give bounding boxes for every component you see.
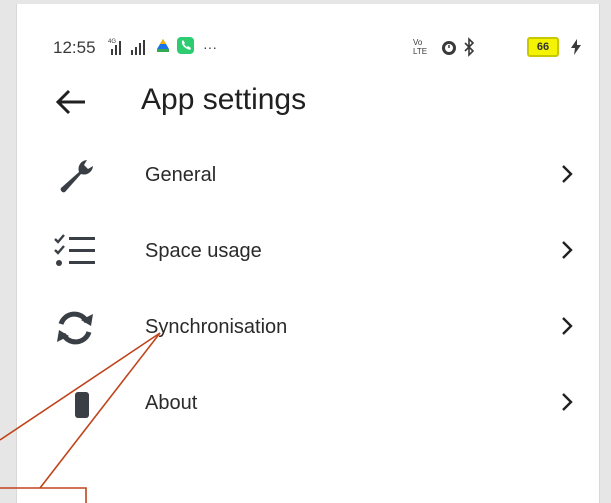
chevron-right-icon <box>562 393 573 411</box>
phone-app-icon <box>177 37 194 54</box>
app-header: App settings <box>17 74 599 134</box>
bluetooth-icon <box>464 37 475 57</box>
status-icons-left: 4G ··· <box>108 37 217 55</box>
wrench-icon <box>60 160 93 193</box>
drive-icon <box>157 39 169 52</box>
checklist-icon <box>54 234 95 266</box>
signal-icon <box>131 40 145 55</box>
back-arrow-icon[interactable] <box>51 82 91 122</box>
settings-item-label: Space usage <box>145 240 262 262</box>
signal-icon: 4G <box>108 39 121 55</box>
settings-item-about[interactable]: About <box>17 370 599 434</box>
status-time: 12:55 <box>53 38 96 57</box>
svg-text:Vo: Vo <box>413 38 423 47</box>
settings-item-general[interactable]: General <box>17 142 599 206</box>
alarm-icon <box>442 41 456 55</box>
page-title: App settings <box>141 83 307 116</box>
volte-icon: Vo LTE <box>413 38 427 56</box>
svg-text:LTE: LTE <box>413 47 427 56</box>
chevron-right-icon <box>562 165 573 183</box>
settings-item-label: About <box>145 392 198 414</box>
status-icons-right: Vo LTE <box>413 37 475 57</box>
phone-screen: 12:55 4G ··· Vo LTE 66 App settings Gene… <box>16 4 600 503</box>
info-icon <box>75 392 89 418</box>
settings-item-label: Synchronisation <box>145 316 288 338</box>
settings-item-label: General <box>145 164 217 186</box>
settings-item-synchronisation[interactable]: Synchronisation <box>17 294 599 358</box>
sync-icon <box>57 311 93 345</box>
charging-icon <box>571 39 581 55</box>
battery-icon: 66 <box>527 37 559 57</box>
settings-item-space-usage[interactable]: Space usage <box>17 218 599 282</box>
more-icon: ··· <box>203 39 217 55</box>
svg-text:4G: 4G <box>108 39 116 45</box>
chevron-right-icon <box>562 317 573 335</box>
chevron-right-icon <box>562 241 573 259</box>
